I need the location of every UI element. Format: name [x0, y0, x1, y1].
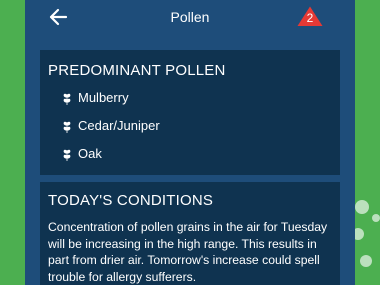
alert-count-badge: 2 [306, 11, 314, 25]
app-bar: Pollen 2 [25, 0, 355, 36]
pollen-label: Mulberry [78, 90, 129, 105]
background-dot [360, 255, 372, 267]
background-dot [355, 200, 369, 214]
predominant-pollen-card: PREDOMINANT POLLEN Mulberry Cedar/Junipe… [40, 50, 340, 175]
todays-conditions-heading: TODAY'S CONDITIONS [48, 192, 214, 209]
todays-conditions-card: TODAY'S CONDITIONS Concentration of poll… [40, 182, 340, 285]
flower-icon [63, 93, 71, 105]
pollen-label: Cedar/Juniper [78, 118, 160, 133]
background-dot [372, 214, 380, 222]
predominant-pollen-heading: PREDOMINANT POLLEN [48, 62, 226, 79]
flower-icon [63, 121, 71, 133]
flower-icon [63, 149, 71, 161]
pollen-label: Oak [78, 146, 102, 161]
alerts-button[interactable]: 2 [296, 5, 324, 27]
conditions-description: Concentration of pollen grains in the ai… [48, 220, 328, 284]
app-screen: Pollen 2 PREDOMINANT POLLEN Mulberry Ced… [25, 0, 355, 285]
